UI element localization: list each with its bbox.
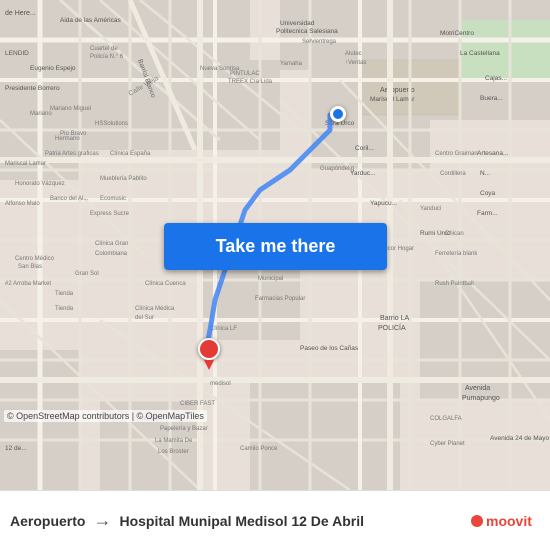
origin-marker	[330, 106, 346, 122]
svg-text:12 de...: 12 de...	[5, 445, 27, 452]
svg-text:Buera...: Buera...	[480, 95, 503, 102]
svg-text:Avenida: Avenida	[465, 385, 490, 392]
map-container: Aeropuerto Mariscal Lamar	[0, 0, 550, 490]
svg-text:COLGALFA: COLGALFA	[430, 416, 462, 422]
svg-text:Clínica España: Clínica España	[110, 151, 151, 157]
svg-text:Clínica Médica: Clínica Médica	[135, 306, 175, 312]
svg-text:Coya: Coya	[480, 190, 496, 197]
svg-text:Alutec: Alutec	[345, 51, 362, 57]
svg-text:Paseo de los Cañas: Paseo de los Cañas	[300, 345, 359, 352]
svg-text:Yapucu...: Yapucu...	[370, 200, 397, 207]
bottom-bar: Aeropuerto → Hospital Munipal Medisol 12…	[0, 490, 550, 550]
svg-text:Presidente Borrero: Presidente Borrero	[5, 85, 60, 92]
svg-text:La Castellana: La Castellana	[460, 50, 500, 57]
svg-text:Farm...: Farm...	[477, 210, 498, 217]
svg-text:Chican: Chican	[445, 231, 464, 237]
svg-text:Los Broster: Los Broster	[158, 449, 189, 455]
svg-text:Cyber Planet: Cyber Planet	[430, 441, 465, 447]
take-me-there-button[interactable]: Take me there	[164, 223, 387, 270]
svg-text:Universidad: Universidad	[280, 20, 315, 27]
svg-text:Eugenio Espejo: Eugenio Espejo	[30, 65, 76, 72]
svg-text:Clínica LF: Clínica LF	[210, 326, 237, 332]
svg-text:Mariano: Mariano	[30, 111, 52, 117]
svg-text:Barrio LA: Barrio LA	[380, 315, 410, 322]
destination-label: Hospital Munipal Medisol 12 De Abril	[119, 513, 462, 529]
svg-text:Mariscal Lamar: Mariscal Lamar	[5, 161, 46, 167]
svg-text:Coril...: Coril...	[355, 145, 374, 152]
svg-text:Avenida 24 de Mayo: Avenida 24 de Mayo	[490, 435, 550, 442]
svg-text:Farmacias Popular: Farmacias Popular	[255, 296, 305, 302]
svg-text:de Here...: de Here...	[5, 10, 36, 17]
svg-text:Clínica Cuenca: Clínica Cuenca	[145, 281, 186, 287]
svg-text:La Mamita De: La Mamita De	[155, 438, 193, 444]
direction-arrow: →	[93, 510, 111, 531]
svg-text:Camilo Ponce: Camilo Ponce	[240, 446, 278, 452]
svg-text:Nueva Sonrisa: Nueva Sonrisa	[200, 66, 240, 72]
svg-text:Yanduci: Yanduci	[420, 206, 441, 212]
svg-text:Yarduc...: Yarduc...	[350, 170, 376, 177]
svg-text:Artesana...: Artesana...	[477, 150, 509, 157]
svg-text:Papelería y Bazar: Papelería y Bazar	[160, 426, 208, 432]
svg-text:MotriCentro: MotriCentro	[440, 30, 474, 37]
svg-text:#2 Arroba Market: #2 Arroba Market	[5, 281, 51, 287]
svg-text:Honorato Vázquez: Honorato Vázquez	[15, 181, 65, 187]
svg-text:Ecomusic: Ecomusic	[100, 196, 126, 202]
svg-text:Centro Médico: Centro Médico	[15, 256, 55, 262]
svg-text:N...: N...	[480, 170, 490, 177]
svg-text:Rush Paintball: Rush Paintball	[435, 281, 474, 287]
svg-text:TREEX Cía Lida: TREEX Cía Lida	[228, 79, 273, 85]
svg-text:Mueblería Pablito: Mueblería Pablito	[100, 176, 147, 182]
svg-text:Alfonso Malo: Alfonso Malo	[5, 201, 40, 207]
svg-text:POLICÍA: POLICÍA	[378, 323, 406, 332]
svg-text:Mariano Miguel: Mariano Miguel	[50, 106, 91, 112]
svg-text:medisol: medisol	[210, 381, 231, 387]
svg-text:Patria Artes graficas: Patria Artes graficas	[45, 151, 99, 157]
svg-text:CIBER FAST: CIBER FAST	[180, 401, 215, 407]
svg-text:Servientrega: Servientrega	[302, 39, 337, 45]
svg-text:Cordillera: Cordillera	[440, 171, 466, 177]
svg-text:Aida de las Américas: Aida de las Américas	[60, 17, 121, 24]
svg-text:Guapóndelig: Guapóndelig	[320, 166, 354, 172]
svg-text:Express Sucre: Express Sucre	[90, 211, 130, 217]
svg-text:Pumapungo: Pumapungo	[462, 395, 500, 402]
svg-text:Yamaha: Yamaha	[280, 61, 303, 67]
svg-text:Politecnica Salesiana: Politecnica Salesiana	[276, 28, 338, 35]
svg-text:Ferretería blank: Ferretería blank	[435, 251, 478, 257]
svg-text:Banco del Al...: Banco del Al...	[50, 196, 89, 202]
svg-text:Municipal: Municipal	[258, 276, 283, 282]
svg-text:Colombiana: Colombiana	[95, 251, 128, 257]
svg-text:Policía N.° 6: Policía N.° 6	[90, 54, 124, 60]
svg-text:Clínica Gran: Clínica Gran	[95, 241, 128, 247]
svg-text:San Blas: San Blas	[18, 264, 42, 270]
origin-label: Aeropuerto	[10, 513, 85, 529]
destination-marker	[198, 338, 222, 370]
svg-text:Tienda: Tienda	[55, 291, 74, 297]
svg-text:Tienda: Tienda	[55, 306, 74, 312]
svg-text:Pío Bravo: Pío Bravo	[60, 131, 87, 137]
moovit-logo: moovit	[470, 507, 540, 535]
svg-text:Centro Graiman: Centro Graiman	[435, 151, 478, 157]
svg-text:Cajas...: Cajas...	[485, 75, 507, 82]
svg-text:del Sur: del Sur	[135, 315, 154, 321]
map-attribution: © OpenStreetMap contributors | © OpenMap…	[4, 410, 207, 422]
svg-text:moovit: moovit	[486, 513, 532, 529]
svg-text:↑Ventas: ↑Ventas	[345, 60, 366, 66]
svg-text:LENDID: LENDID	[5, 50, 29, 57]
svg-text:HSSolutions: HSSolutions	[95, 121, 128, 127]
svg-text:Cuartel de: Cuartel de	[90, 46, 118, 52]
svg-text:Gran Sol: Gran Sol	[75, 271, 99, 277]
